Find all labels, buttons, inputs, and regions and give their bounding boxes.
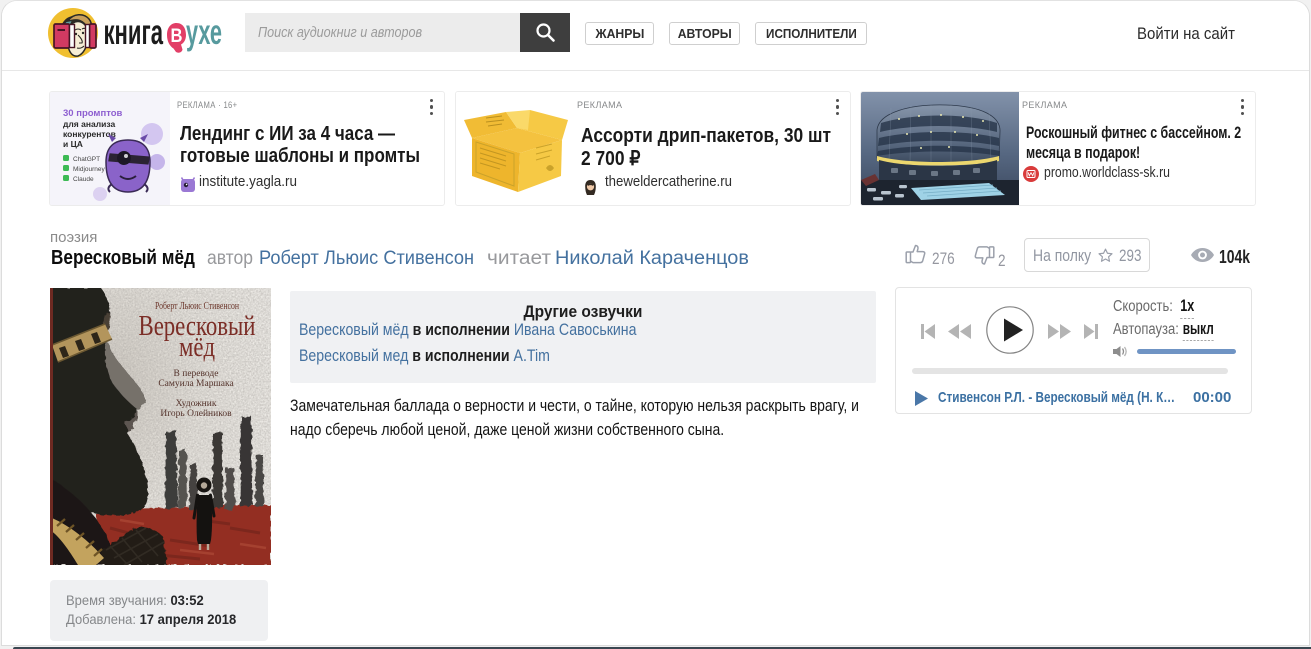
svg-text:мёд: мёд	[179, 332, 215, 363]
svg-text:Самуила Маршака: Самуила Маршака	[158, 379, 234, 389]
svg-text:для анализа: для анализа	[63, 119, 115, 129]
svg-text:ухе: ухе	[186, 13, 222, 52]
svg-text:Claude: Claude	[73, 176, 94, 183]
svg-text:Игорь Олейников: Игорь Олейников	[160, 408, 232, 419]
svg-text:книга: книга	[105, 13, 163, 52]
svg-text:В переводе: В переводе	[174, 369, 219, 379]
svg-text:Художник: Художник	[176, 399, 217, 409]
svg-text:Midjourney: Midjourney	[73, 166, 106, 173]
svg-text:ChatGPT: ChatGPT	[73, 156, 100, 163]
svg-text:В: В	[171, 26, 183, 47]
svg-text:и ЦА: и ЦА	[63, 139, 83, 149]
svg-text:30 промптов: 30 промптов	[63, 108, 123, 119]
svg-text:конкурентов: конкурентов	[63, 129, 116, 139]
